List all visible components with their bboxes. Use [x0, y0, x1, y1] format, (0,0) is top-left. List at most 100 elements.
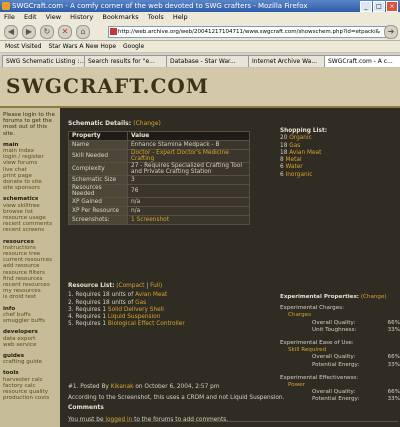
login-note-link[interactable]: logged in	[105, 417, 132, 423]
resource-link[interactable]: Avian Meat	[135, 292, 167, 298]
table-row: Skill Needed Doctor - Expert Doctor's Med…	[68, 149, 250, 163]
list-item: 18 Gas	[280, 143, 327, 150]
property-value: 3	[127, 175, 250, 185]
table-row: Complexity 27 - Requires Specialized Craf…	[68, 162, 250, 176]
web-page: SWGCRAFT.COM Please login to the forums …	[0, 68, 400, 427]
item-name[interactable]: Organic	[289, 135, 312, 141]
resource-compact-link[interactable]: (Compact	[116, 283, 144, 289]
tab-search-results[interactable]: Search results for "e...	[84, 55, 167, 67]
sidebar-link[interactable]: production costs	[3, 395, 60, 401]
comment-prefix: #1. Posted By	[68, 384, 109, 390]
experimental-group-title: Experimental Charges:	[280, 305, 344, 312]
table-row: Schematic Size 3	[68, 175, 250, 185]
shopping-items: 20 Organic 18 Gas 18 Avian Meat 8 Metal 6 Wa…	[280, 135, 327, 179]
item-name[interactable]: Avian Meat	[289, 150, 321, 156]
experimental-group-title: Experimental Ease of Use:	[280, 340, 354, 347]
sidebar-link[interactable]: recent screens	[3, 227, 60, 233]
item-qty: 6	[280, 164, 284, 171]
tab-schematic-listing[interactable]: SWG Schematic Listing :...	[2, 55, 85, 67]
list-item: 6 Inorganic	[280, 172, 327, 179]
list-item: 18 Avian Meat	[280, 150, 327, 157]
item-name[interactable]: Inorganic	[286, 172, 313, 178]
sidebar-sections: main main index login / register view forum…	[3, 142, 60, 402]
sidebar: Please login to the forums to get the mo…	[0, 108, 60, 427]
experimental-weight: 66%	[387, 319, 400, 326]
back-icon[interactable]: ◀	[4, 25, 18, 39]
experimental-weight: 33%	[387, 326, 400, 333]
property-value: Enhance Stamina Medpack - B	[127, 140, 250, 150]
address-bar[interactable]: http://web.archive.org/web/2004121710471…	[108, 26, 391, 38]
item-name[interactable]: Water	[286, 164, 303, 170]
list-item: 6 Water	[280, 164, 327, 171]
experimental-group-title: Experimental Effectiveness:	[280, 374, 359, 381]
col-property: Property	[68, 131, 128, 141]
sidebar-link[interactable]: is droid test	[3, 294, 60, 300]
experimental-group-sub: Power	[288, 382, 305, 389]
property-value[interactable]: Doctor - Expert Doctor's Medicine Crafti…	[127, 149, 250, 163]
menu-bar: File Edit View History Bookmarks Tools H…	[0, 12, 400, 22]
tab-swgcraft[interactable]: SWGCraft.com - A c...	[324, 55, 400, 67]
menu-edit[interactable]: Edit	[24, 13, 37, 21]
forward-icon[interactable]: ▶	[22, 25, 36, 39]
schematic-change-link[interactable]: (Change)	[133, 120, 161, 127]
resource-link[interactable]: Solid Delivery Shell	[108, 307, 164, 313]
resource-requirement: 3. Requires 1	[68, 306, 107, 313]
resource-link[interactable]: Biological Effect Controller	[108, 321, 185, 327]
table-header-row: Property Value	[68, 131, 250, 141]
sidebar-link[interactable]: site sponsors	[3, 185, 60, 191]
minimize-button[interactable]: _	[360, 1, 372, 12]
bookmark-most-visited[interactable]: Most Visited	[5, 43, 42, 50]
property-value: n/a	[127, 206, 250, 216]
experimental-row: Unit Toughness: 33%	[280, 327, 400, 334]
resource-requirement: 1. Requires 18 units of	[68, 292, 134, 299]
experimental-attr: Potential Energy:	[312, 361, 360, 368]
maximize-button[interactable]: □	[373, 1, 385, 12]
login-note: You must be logged in to the forums to a…	[68, 417, 284, 423]
property-name: Complexity	[68, 162, 128, 176]
item-name[interactable]: Metal	[286, 157, 302, 163]
bookmark-star-wars[interactable]: Star Wars A New Hope	[48, 43, 116, 50]
reload-icon[interactable]: ↻	[40, 25, 54, 39]
tab-internet-archive[interactable]: Internet Archive Wa...	[248, 55, 325, 67]
main-content: Schematic Details: (Change) Property Val…	[60, 108, 400, 427]
menu-bookmarks[interactable]: Bookmarks	[102, 13, 138, 21]
experimental-change-link[interactable]: (Change)	[361, 294, 387, 300]
shopping-heading: Shopping List:	[280, 128, 328, 134]
login-note-post: to the forums to add comments.	[134, 417, 229, 423]
resource-full-link[interactable]: Full)	[150, 283, 162, 289]
comment-author[interactable]: Kikanak	[111, 384, 134, 390]
bookmark-google[interactable]: Google	[123, 43, 144, 50]
schematic-heading: Schematic Details: (Change)	[68, 120, 161, 127]
property-name: Screenshots:	[68, 215, 128, 225]
stop-icon[interactable]: ✕	[58, 25, 72, 39]
tab-strip: SWG Schematic Listing :... Search result…	[0, 53, 400, 67]
property-name: XP Per Resource	[68, 206, 128, 216]
resource-link[interactable]: Liquid Suspension	[108, 314, 160, 320]
tab-database[interactable]: Database - Star War...	[166, 55, 249, 67]
menu-tools[interactable]: Tools	[148, 13, 164, 21]
item-name[interactable]: Gas	[289, 143, 300, 149]
shopping-list: Shopping List: 20 Organic 18 Gas 18 Avian …	[280, 128, 327, 179]
table-row: XP Per Resource n/a	[68, 206, 250, 216]
menu-history[interactable]: History	[70, 13, 93, 21]
sidebar-link[interactable]: web service	[3, 342, 60, 348]
property-name: XP Gained	[68, 197, 128, 207]
close-button[interactable]: ×	[386, 1, 398, 12]
sidebar-link[interactable]: crafting guide	[3, 359, 60, 365]
menu-file[interactable]: File	[4, 13, 15, 21]
site-logo[interactable]: SWGCRAFT.COM	[6, 74, 209, 98]
go-icon[interactable]: ➜	[384, 25, 398, 39]
resource-items: 1. Requires 18 units of Avian Meat 2. Req…	[68, 292, 185, 328]
table-row: Resources Needed 76	[68, 184, 250, 198]
experimental-group: Experimental Ease of Use: Skill Required O…	[280, 340, 400, 369]
list-item: 5. Requires 1 Biological Effect Controll…	[68, 321, 185, 328]
property-value[interactable]: 1 Screenshot	[127, 215, 250, 225]
resource-link[interactable]: Gas	[135, 300, 146, 306]
schematic-heading-text: Schematic Details:	[68, 120, 132, 127]
menu-view[interactable]: View	[46, 13, 61, 21]
experimental-group: Experimental Charges: Charges Overall Qual…	[280, 305, 400, 334]
menu-help[interactable]: Help	[173, 13, 188, 21]
comment-date: on October 6, 2004, 2:57 pm	[135, 384, 220, 390]
home-icon[interactable]: ⌂	[76, 25, 90, 39]
sidebar-link[interactable]: smuggler buffs	[3, 318, 60, 324]
